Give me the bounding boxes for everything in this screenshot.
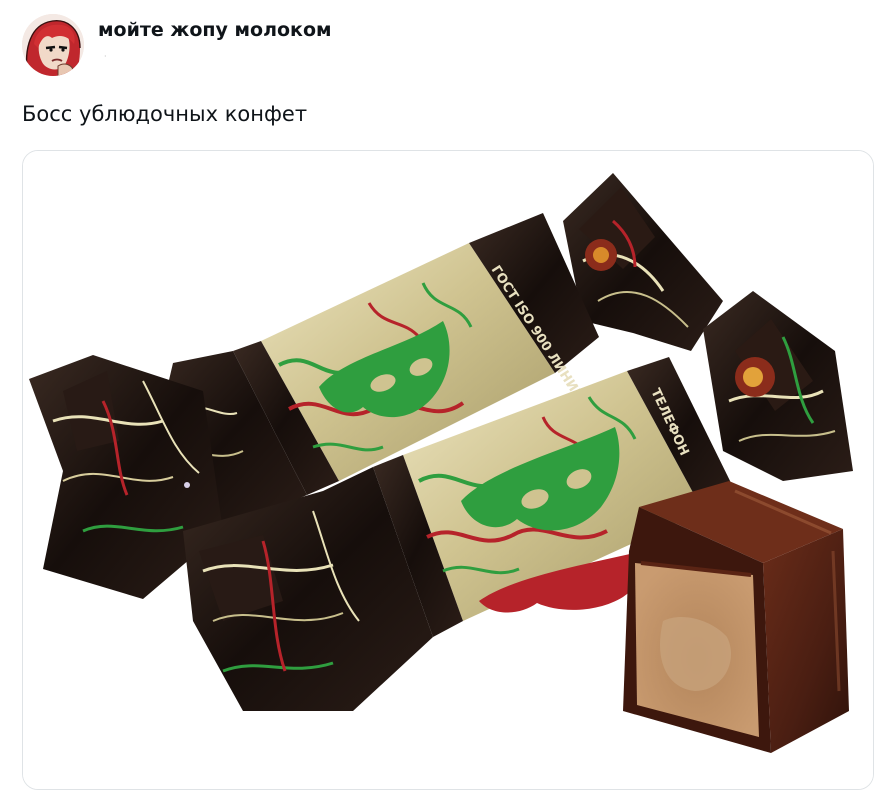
post-text: Босс ублюдочных конфет <box>22 102 308 126</box>
chocolate-piece <box>623 481 849 753</box>
author-handle: · <box>104 52 107 61</box>
tweet-post: мойте жопу молоком · Босс ублюдочных кон… <box>0 0 882 807</box>
candy-photo: ГОСТ ISO 900 ЛИНИИ: 8-800-200 55 ТЕЛЕФОН <box>23 151 873 789</box>
author-name[interactable]: мойте жопу молоком <box>98 18 332 42</box>
avatar[interactable] <box>22 14 84 76</box>
cartoon-red-hair-avatar-icon <box>22 14 84 76</box>
post-image[interactable]: ГОСТ ISO 900 ЛИНИИ: 8-800-200 55 ТЕЛЕФОН <box>22 150 874 790</box>
